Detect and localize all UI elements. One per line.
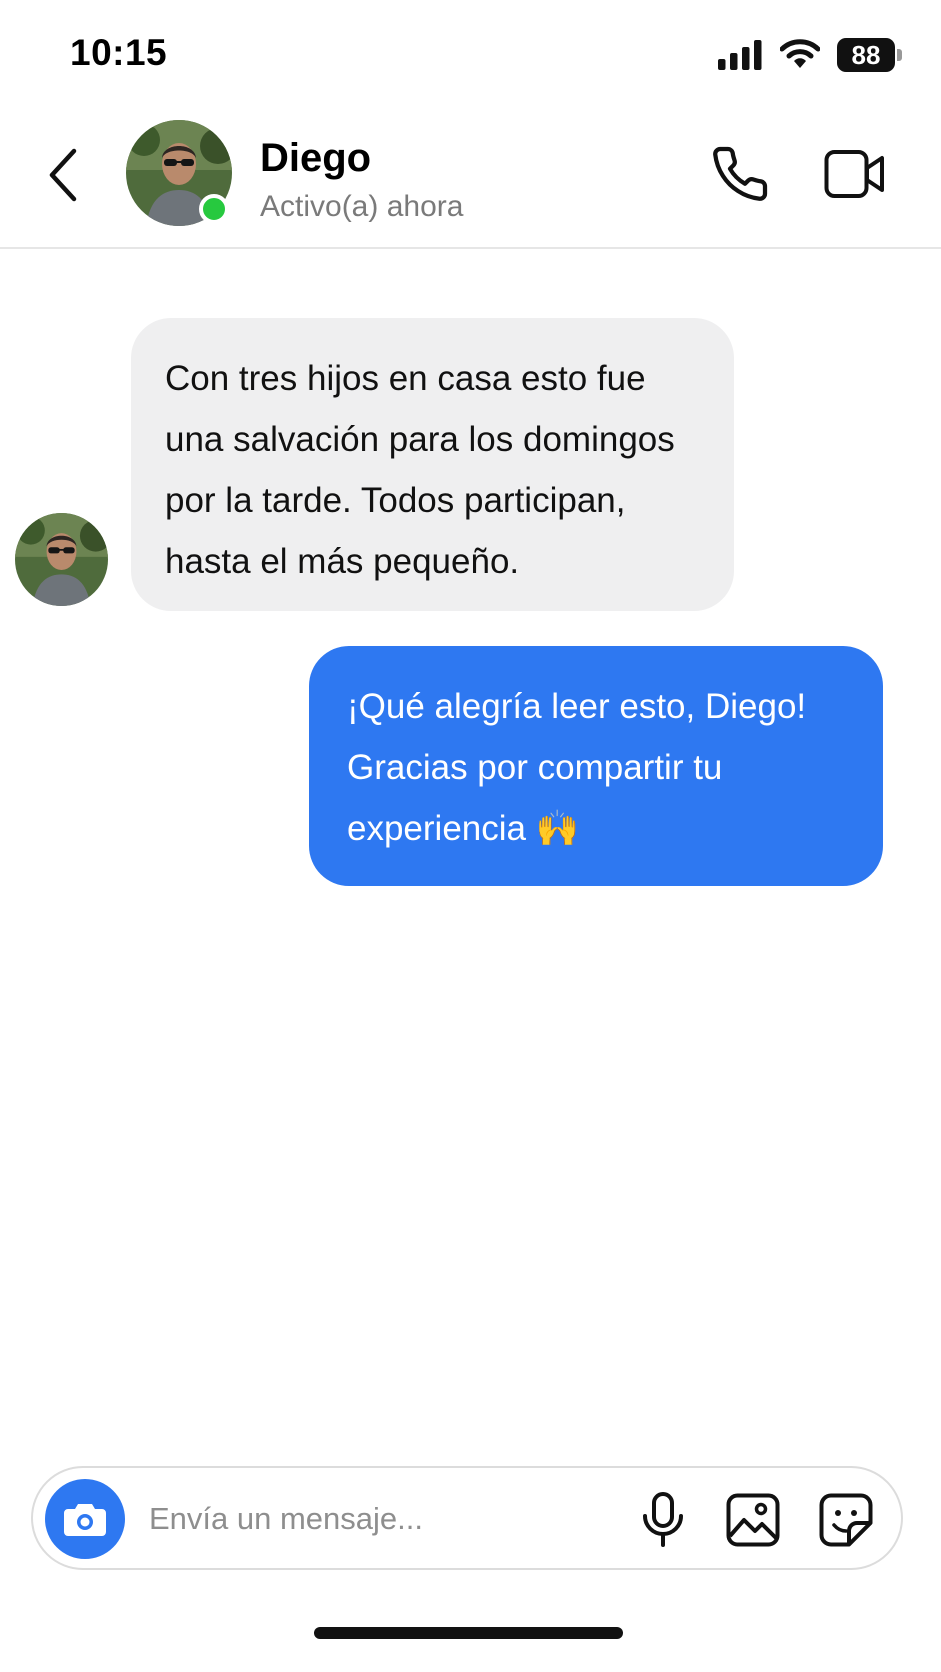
wifi-icon — [780, 39, 820, 68]
microphone-button[interactable] — [633, 1490, 693, 1550]
image-icon — [726, 1493, 780, 1547]
contact-name[interactable]: Diego — [260, 136, 371, 181]
sticker-icon — [819, 1493, 873, 1547]
camera-button[interactable] — [45, 1479, 125, 1559]
contact-status: Activo(a) ahora — [260, 190, 464, 223]
battery-cap — [897, 49, 902, 61]
sender-avatar[interactable] — [15, 513, 108, 606]
message-line: ¡Qué alegría leer esto, Diego! — [347, 687, 807, 726]
camera-icon — [64, 1504, 106, 1536]
message-input[interactable] — [149, 1494, 619, 1544]
video-call-button[interactable] — [822, 144, 888, 204]
message-line: una salvación para los domingos — [165, 420, 675, 459]
battery-body: 88 — [837, 38, 895, 72]
message-line: hasta el más pequeño. — [165, 542, 520, 581]
home-indicator[interactable] — [314, 1627, 623, 1639]
call-button[interactable] — [708, 142, 772, 206]
microphone-icon — [643, 1492, 683, 1547]
battery-level: 88 — [851, 39, 881, 70]
online-indicator — [199, 194, 229, 224]
chat-header: Diego Activo(a) ahora — [0, 112, 941, 249]
battery-icon: 88 — [837, 38, 903, 72]
chevron-left-icon — [49, 148, 77, 202]
video-camera-icon — [824, 150, 884, 198]
message-line: experiencia 🙌 — [347, 809, 580, 848]
avatar-photo — [15, 513, 108, 606]
message-line: Gracias por compartir tu — [347, 748, 723, 787]
incoming-message-bubble[interactable]: Con tres hijos en casa esto fue una salv… — [131, 318, 734, 611]
signal-icon — [718, 40, 762, 70]
message-composer — [31, 1466, 903, 1570]
sticker-button[interactable] — [814, 1488, 878, 1552]
message-line: por la tarde. Todos participan, — [165, 481, 626, 520]
status-time: 10:15 — [70, 32, 168, 73]
back-button[interactable] — [38, 142, 88, 208]
outgoing-message-bubble[interactable]: ¡Qué alegría leer esto, Diego! Gracias p… — [309, 646, 883, 886]
gallery-button[interactable] — [721, 1488, 785, 1552]
message-line: Con tres hijos en casa esto fue — [165, 359, 646, 398]
phone-icon — [713, 146, 768, 201]
status-bar: 10:15 88 — [0, 0, 941, 110]
